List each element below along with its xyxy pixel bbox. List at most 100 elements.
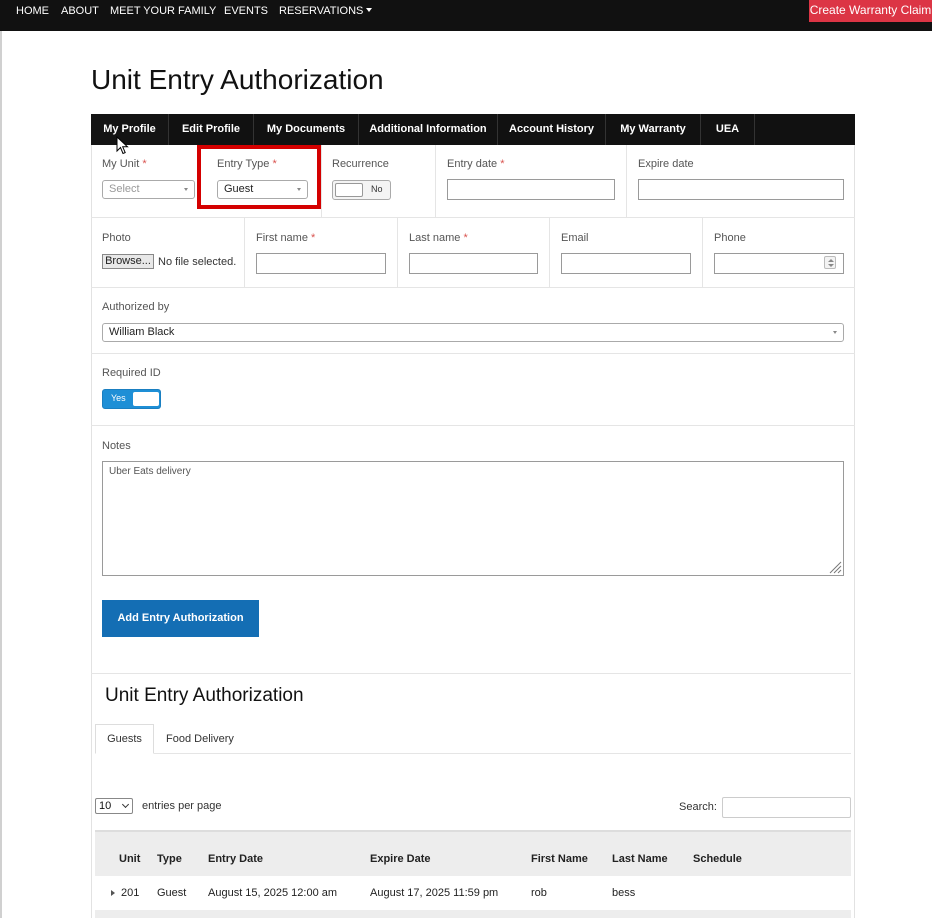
subtab-baseline <box>95 753 851 754</box>
entry-date-label: Entry date * <box>447 158 504 170</box>
column-last-name[interactable]: Last Name <box>612 853 668 865</box>
required-id-label: Required ID <box>102 367 161 379</box>
dropdown-caret-icon <box>366 8 373 12</box>
photo-label: Photo <box>102 232 131 244</box>
row-divider <box>91 217 855 218</box>
authorized-by-value: William Black <box>109 326 175 338</box>
toggle-knob <box>133 392 159 406</box>
select-arrow-icon <box>184 188 188 191</box>
required-marker: * <box>311 232 316 244</box>
required-marker: * <box>142 158 147 170</box>
last-name-label: Last name * <box>409 232 468 244</box>
phone-label: Phone <box>714 232 746 244</box>
row-divider <box>91 425 855 426</box>
last-name-label-text: Last name <box>409 232 461 244</box>
resize-grip-icon[interactable] <box>828 560 842 574</box>
column-first-name[interactable]: First Name <box>531 853 588 865</box>
recurrence-label: Recurrence <box>332 158 389 170</box>
table-row[interactable] <box>95 910 851 918</box>
subtab-guests[interactable]: Guests <box>95 724 154 754</box>
required-marker: * <box>500 158 505 170</box>
profile-tab-bar: My Profile Edit Profile My Documents Add… <box>91 114 855 145</box>
entries-per-page-label: entries per page <box>142 800 222 812</box>
column-divider <box>549 217 550 287</box>
top-navigation: HOME ABOUT MEET YOUR FAMILY EVENTS RESER… <box>0 0 932 31</box>
column-divider <box>244 217 245 287</box>
tab-my-documents[interactable]: My Documents <box>254 114 359 145</box>
column-expire-date[interactable]: Expire Date <box>370 853 431 865</box>
nav-about[interactable]: ABOUT <box>61 0 99 22</box>
expire-date-input[interactable] <box>638 179 844 200</box>
row-divider <box>91 287 855 288</box>
first-name-input[interactable] <box>256 253 386 274</box>
create-warranty-claim-button[interactable]: Create Warranty Claim <box>809 0 932 22</box>
email-input[interactable] <box>561 253 691 274</box>
my-unit-label-text: My Unit <box>102 158 140 170</box>
cell-expire-date: August 17, 2025 11:59 pm <box>370 887 499 899</box>
cell-last-name: bess <box>612 887 636 899</box>
cell-entry-date: August 15, 2025 12:00 am <box>208 887 338 899</box>
expire-date-label: Expire date <box>638 158 694 170</box>
entry-type-highlight-box <box>197 145 321 209</box>
row-divider <box>91 353 855 354</box>
recurrence-toggle-text: No <box>371 184 383 194</box>
authorized-by-label: Authorized by <box>102 301 170 313</box>
column-divider <box>626 145 627 217</box>
first-name-label: First name * <box>256 232 315 244</box>
column-divider <box>435 145 436 217</box>
my-unit-placeholder: Select <box>109 183 140 195</box>
my-unit-select[interactable]: Select <box>102 180 195 199</box>
nav-home[interactable]: HOME <box>16 0 49 22</box>
section-divider <box>91 673 851 674</box>
toggle-knob <box>335 183 363 197</box>
column-divider <box>321 145 322 217</box>
tab-my-warranty[interactable]: My Warranty <box>606 114 701 145</box>
search-label: Search: <box>679 801 717 813</box>
chevron-down-icon <box>121 800 130 809</box>
notes-textarea[interactable] <box>102 461 844 576</box>
expand-row-icon[interactable] <box>111 890 115 896</box>
entry-date-label-text: Entry date <box>447 158 498 170</box>
entry-date-input[interactable] <box>447 179 615 200</box>
browse-button[interactable]: Browse... <box>102 254 154 269</box>
page-title: Unit Entry Authorization <box>91 64 384 95</box>
listing-title: Unit Entry Authorization <box>105 685 304 706</box>
column-type[interactable]: Type <box>157 853 182 865</box>
column-divider <box>397 217 398 287</box>
nav-meet-your-family[interactable]: MEET YOUR FAMILY <box>110 0 216 22</box>
mouse-cursor-icon <box>116 136 129 155</box>
recurrence-toggle[interactable]: No <box>332 180 391 200</box>
tab-edit-profile[interactable]: Edit Profile <box>169 114 254 145</box>
required-id-toggle[interactable]: Yes <box>102 389 161 409</box>
add-entry-authorization-button[interactable]: Add Entry Authorization <box>102 600 259 637</box>
authorized-by-select[interactable]: William Black <box>102 323 844 342</box>
search-input[interactable] <box>722 797 851 818</box>
tab-additional-information[interactable]: Additional Information <box>359 114 498 145</box>
last-name-input[interactable] <box>409 253 538 274</box>
notes-label: Notes <box>102 440 131 452</box>
page-length-value: 10 <box>99 800 112 812</box>
column-divider <box>702 217 703 287</box>
column-unit[interactable]: Unit <box>119 853 140 865</box>
tab-my-profile[interactable]: My Profile <box>91 114 169 145</box>
cell-first-name: rob <box>531 887 547 899</box>
number-spinner-icon[interactable] <box>824 256 836 269</box>
file-status: No file selected. <box>158 256 237 268</box>
required-marker: * <box>463 232 468 244</box>
page-left-border <box>0 31 2 918</box>
cell-unit: 201 <box>121 887 140 899</box>
first-name-label-text: First name <box>256 232 308 244</box>
nav-reservations-label: RESERVATIONS <box>279 5 364 17</box>
select-arrow-icon <box>833 331 837 334</box>
my-unit-label: My Unit * <box>102 158 147 170</box>
column-schedule[interactable]: Schedule <box>693 853 742 865</box>
cell-type: Guest <box>157 887 187 899</box>
tab-account-history[interactable]: Account History <box>498 114 606 145</box>
column-entry-date[interactable]: Entry Date <box>208 853 263 865</box>
tab-uea[interactable]: UEA <box>701 114 755 145</box>
nav-reservations[interactable]: RESERVATIONS <box>279 0 373 22</box>
page-length-select[interactable]: 10 <box>95 798 133 814</box>
subtab-food-delivery[interactable]: Food Delivery <box>166 733 234 745</box>
required-id-toggle-text: Yes <box>111 393 126 403</box>
nav-events[interactable]: EVENTS <box>224 0 268 22</box>
